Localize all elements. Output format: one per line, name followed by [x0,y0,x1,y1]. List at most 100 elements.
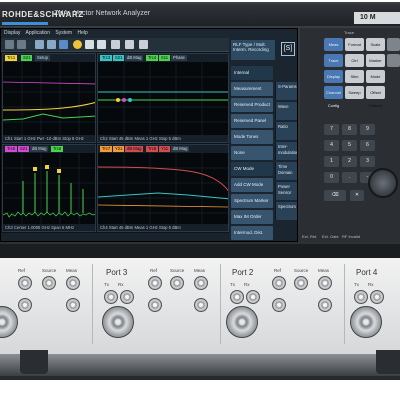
rf-connector[interactable] [120,290,134,304]
offset-embed-button[interactable]: Offset Embed [366,86,385,108]
key-4[interactable]: 4 [324,140,339,151]
zoom-icon[interactable] [125,40,134,49]
softkey-intermod-calc[interactable]: Intermod. Dist. Calc. [231,226,273,240]
trace-tag[interactable]: S21 [21,55,33,61]
rf-connector[interactable] [246,290,260,304]
softkey-max-im-order[interactable]: Max IM Order [231,210,273,224]
stim-button[interactable]: Stim [345,70,364,83]
softkey-intermodulation[interactable]: Inter-modulation [275,142,297,160]
softkey-mode-tones[interactable]: Mode Tones [231,130,273,144]
trace-tag[interactable]: Y21 [113,146,125,152]
undo-icon[interactable] [5,40,14,49]
format-button[interactable]: Format [345,38,364,51]
menu-help[interactable]: Help [77,30,87,36]
softkey-reserved-panel[interactable]: Reserved Panel [231,114,273,128]
rf-connector[interactable] [194,276,208,290]
trace-tag[interactable]: Setup [35,55,50,61]
key-1[interactable]: 1 [324,156,339,167]
rf-connector[interactable] [148,298,162,312]
rf-connector[interactable] [104,290,118,304]
trace-config-button[interactable]: Trace Config [324,54,343,76]
rf-connector[interactable] [148,276,162,290]
softkey-power-sensor[interactable]: Power Sensor [275,182,297,200]
trace-tag[interactable]: dB Mag [30,146,49,152]
trace-tag[interactable]: dB Mag [125,146,144,152]
softkey-internal[interactable]: Internal [231,66,273,80]
trace-tag[interactable]: Y11 [159,146,171,152]
trace-tag[interactable]: Trc3 [100,55,113,61]
softkey-spectrum[interactable]: Spectrum [275,202,297,220]
redo-icon[interactable] [17,40,26,49]
port-3-connector[interactable] [102,306,134,338]
display-config-button[interactable]: Display Config [324,70,343,92]
rotary-knob[interactable] [368,168,398,198]
softkey-cw-mode-spectrum[interactable]: CW Mode Spectrum [231,162,273,185]
preset-icon[interactable] [59,40,68,49]
rf-connector[interactable] [170,276,184,290]
softkey-s-params[interactable]: S-Params [275,82,297,100]
port-2-connector[interactable] [226,306,258,338]
pointer-icon[interactable] [111,40,120,49]
menu-application[interactable]: Application [26,30,50,36]
softkey-add-cw-mode[interactable]: Add CW Mode [231,178,273,192]
rf-connector[interactable] [272,298,286,312]
softkey-measurement[interactable]: Measurement [231,82,273,96]
trace-tag[interactable]: S11 [159,55,171,61]
softkey-bracket-button[interactable]: [S] [281,42,295,56]
rf-connector[interactable] [18,276,32,290]
trace-tag[interactable]: Trc8 [146,146,159,152]
trace-pane-bottom-right[interactable]: Trc7 Y21 dB Mag Trc8 Y11 dB Mag Ch4 Star… [97,144,229,232]
key-6[interactable]: 6 [360,140,375,151]
trace-tag[interactable]: dB Mag [125,55,144,61]
rf-connector[interactable] [318,276,332,290]
trace-tag[interactable]: dB Mag [171,146,190,152]
key-5[interactable]: 5 [342,140,357,151]
rf-connector[interactable] [194,298,208,312]
rf-connector[interactable] [66,298,80,312]
key-9[interactable]: 9 [360,124,375,135]
backspace-key[interactable]: ⌫ [324,190,346,201]
softkey-spectrum-marker[interactable]: Spectrum Marker [231,194,273,208]
screenshot-icon[interactable] [97,40,106,49]
key-8[interactable]: 8 [342,124,357,135]
trace-tag[interactable]: Trc7 [100,146,113,152]
trace-tag[interactable]: Trc1 [5,55,18,61]
trace-tag[interactable]: Trc6 [51,146,64,152]
trace-tag[interactable]: Trc5 [5,146,18,152]
settings-icon[interactable] [139,40,148,49]
rf-connector[interactable] [18,298,32,312]
softkey-reserved-product[interactable]: Reserved Product [231,98,273,112]
info-icon[interactable] [73,40,82,49]
trace-tag[interactable]: S21 [18,146,30,152]
cal-icon[interactable] [85,40,94,49]
key-decimal[interactable]: . [342,172,357,183]
meas-button[interactable]: Meas [324,38,343,51]
menu-system[interactable]: System [55,30,72,36]
rf-connector[interactable] [42,276,56,290]
save-icon[interactable] [35,40,44,49]
trace-tag[interactable]: S21 [113,55,125,61]
rf-connector[interactable] [318,298,332,312]
softkey-time-domain[interactable]: Time Domain [275,162,297,180]
rf-connector[interactable] [272,276,286,290]
rf-connector[interactable] [370,290,384,304]
port-4-connector[interactable] [350,306,382,338]
rf-connector[interactable] [230,290,244,304]
trace-pane-top-left[interactable]: Trc1 S21 Setup Ch1 Start 1 GHz Pwr -10 d… [2,53,96,143]
trace-pane-bottom-left[interactable]: Trc5 S21 dB Mag Trc6 Ch3 Center 1.0005 G… [2,144,96,232]
softkey-wave[interactable]: Wave [275,102,297,120]
softkey-ratio[interactable]: Ratio [275,122,297,140]
key-0[interactable]: 0 [324,172,339,183]
trace-tag[interactable]: Phase [171,55,187,61]
scale-button[interactable]: Scale [366,38,385,51]
print-icon[interactable] [47,40,56,49]
rf-connector[interactable] [294,276,308,290]
marker-button[interactable]: Marker [366,54,385,67]
touch-screen[interactable]: Display Application System Help Trc1 S21… [0,28,298,242]
key-7[interactable]: 7 [324,124,339,135]
channel-config-button[interactable]: Channel Config [324,86,343,108]
rf-connector[interactable] [354,290,368,304]
trace-tag[interactable]: Trc4 [146,55,159,61]
mode-button[interactable]: Mode [366,70,385,83]
key-3[interactable]: 3 [360,156,375,167]
